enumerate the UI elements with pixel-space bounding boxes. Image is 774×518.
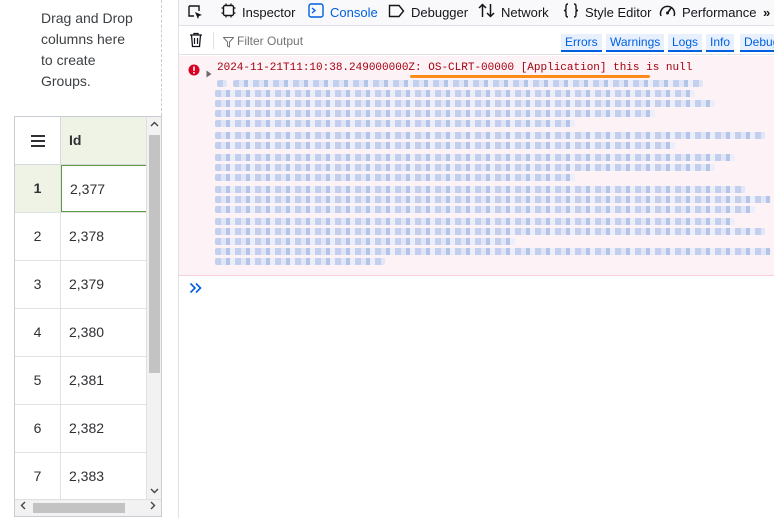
data-grid: Id 1 2,377 2 2,378 3 2,379 4 2,380 5 2,3… [14, 116, 162, 517]
scroll-down-icon[interactable] [147, 484, 161, 500]
table-row[interactable]: 2 2,378 [15, 213, 147, 261]
style-editor-icon [563, 1, 579, 26]
tab-network-label: Network [501, 5, 549, 20]
tab-style-editor[interactable]: Style Editor [563, 0, 651, 25]
cell-id[interactable]: 2,383 [61, 453, 147, 500]
filter-errors-button[interactable]: Errors [561, 34, 602, 52]
stack-trace-redacted [215, 78, 771, 270]
scroll-right-icon[interactable] [145, 500, 161, 516]
group-drop-text: Drag and Drop columns here to create Gro… [41, 10, 133, 89]
tab-console-label: Console [330, 5, 378, 20]
row-number: 5 [15, 357, 61, 404]
tab-debugger[interactable]: Debugger [388, 0, 468, 25]
error-timestamp: 2024-11-21T11:10:38.249000000Z: [217, 62, 422, 74]
filter-output-input[interactable] [237, 32, 537, 50]
scroll-up-icon[interactable] [147, 117, 161, 133]
error-description: [Application] this is null [520, 62, 693, 74]
hamburger-menu-icon[interactable] [15, 117, 61, 164]
tab-style-editor-label: Style Editor [585, 5, 652, 20]
filter-debug-button[interactable]: Debug [740, 34, 774, 52]
table-row[interactable]: 3 2,379 [15, 261, 147, 309]
grid-panel: Drag and Drop columns here to create Gro… [0, 0, 178, 518]
performance-icon [659, 1, 676, 26]
row-number: 6 [15, 405, 61, 452]
cell-id[interactable]: 2,377 [61, 165, 147, 212]
row-number: 4 [15, 309, 61, 356]
filter-logs-button[interactable]: Logs [668, 34, 703, 52]
devtools-panel: Inspector Console Debugger Network Style… [178, 0, 774, 518]
inspector-icon [221, 1, 236, 26]
table-row[interactable]: 5 2,381 [15, 357, 147, 405]
row-number: 2 [15, 213, 61, 260]
tab-network[interactable]: Network [478, 0, 549, 25]
horizontal-scroll-thumb[interactable] [33, 503, 125, 513]
table-row[interactable]: 4 2,380 [15, 309, 147, 357]
tab-performance[interactable]: Performance [659, 0, 756, 25]
vertical-scrollbar[interactable] [146, 117, 161, 500]
row-number: 7 [15, 453, 61, 500]
console-prompt-icon[interactable] [189, 281, 203, 299]
tab-inspector-label: Inspector [242, 5, 296, 20]
filter-warnings-button[interactable]: Warnings [606, 34, 665, 52]
network-icon [478, 1, 495, 26]
cell-id[interactable]: 2,381 [61, 357, 147, 404]
row-number: 1 [15, 165, 61, 212]
tab-console[interactable]: Console [308, 0, 378, 25]
element-picker-icon[interactable] [187, 4, 204, 24]
console-toolbar: Errors Warnings Logs Info Debug [179, 26, 774, 55]
expand-arrow-icon[interactable] [206, 65, 212, 83]
table-row[interactable]: 6 2,382 [15, 405, 147, 453]
group-drop-zone[interactable]: Drag and Drop columns here to create Gro… [14, 0, 162, 116]
tab-inspector[interactable]: Inspector [221, 0, 295, 25]
console-icon [308, 1, 324, 26]
filter-icon [222, 35, 235, 53]
column-header-id[interactable]: Id [61, 117, 147, 164]
error-icon [188, 63, 200, 81]
tabs-overflow-button[interactable]: » [763, 0, 770, 25]
debugger-icon [388, 1, 405, 26]
console-error-message[interactable]: 2024-11-21T11:10:38.249000000Z: OS-CLRT-… [179, 56, 774, 276]
grid-rows: 1 2,377 2 2,378 3 2,379 4 2,380 5 2,381 … [15, 165, 147, 501]
table-row[interactable]: 1 2,377 [15, 165, 147, 213]
toolbar-divider [213, 32, 214, 49]
filter-info-button[interactable]: Info [706, 34, 735, 52]
trash-icon[interactable] [189, 32, 203, 53]
grid-header: Id [15, 117, 147, 165]
cell-id[interactable]: 2,382 [61, 405, 147, 452]
cell-id[interactable]: 2,380 [61, 309, 147, 356]
console-output: 2024-11-21T11:10:38.249000000Z: OS-CLRT-… [179, 55, 774, 518]
tab-performance-label: Performance [682, 5, 757, 20]
row-number: 3 [15, 261, 61, 308]
horizontal-scrollbar[interactable] [15, 499, 161, 516]
error-code: OS-CLRT-00000 [428, 62, 515, 74]
cell-id[interactable]: 2,379 [61, 261, 147, 308]
cell-id[interactable]: 2,378 [61, 213, 147, 260]
scroll-left-icon[interactable] [15, 500, 31, 516]
table-row[interactable]: 7 2,383 [15, 453, 147, 501]
vertical-scroll-thumb[interactable] [149, 135, 160, 373]
error-text: 2024-11-21T11:10:38.249000000Z: OS-CLRT-… [217, 62, 692, 74]
devtools-tabbar: Inspector Console Debugger Network Style… [179, 0, 774, 26]
tab-debugger-label: Debugger [411, 5, 469, 20]
